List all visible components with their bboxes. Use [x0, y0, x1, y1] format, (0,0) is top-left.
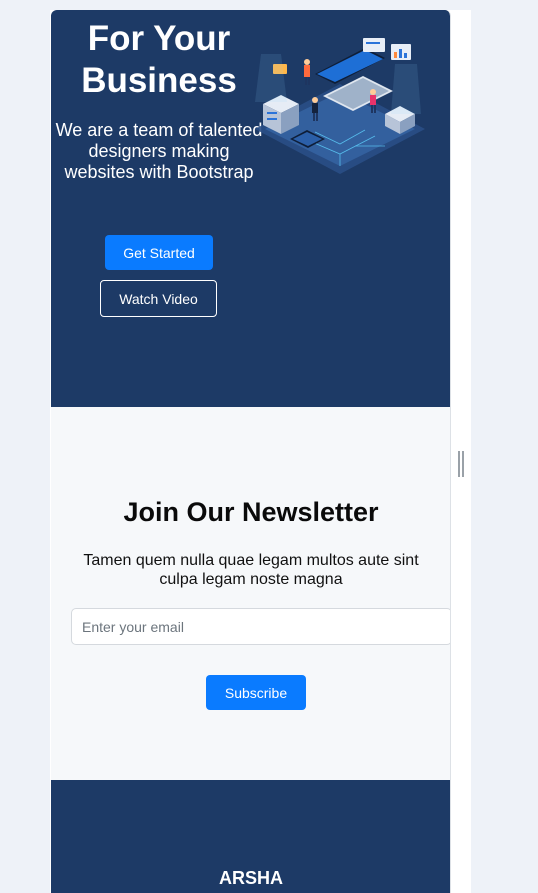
- resize-grip-line: [462, 451, 464, 477]
- resize-grip-line: [458, 451, 460, 477]
- isometric-tech-illustration: [255, 38, 425, 174]
- newsletter-title: Join Our Newsletter: [123, 497, 379, 527]
- hero-subtitle: We are a team of talented designers maki…: [55, 120, 263, 182]
- device-frame: For Your Business We are a team of talen…: [51, 10, 451, 893]
- page-background: For Your Business We are a team of talen…: [0, 0, 538, 893]
- footer-brand: ARSHA: [218, 868, 283, 888]
- hero-title: For Your Business: [81, 19, 237, 100]
- watch-video-button[interactable]: Watch Video: [100, 280, 217, 317]
- hero-section: For Your Business We are a team of talen…: [51, 10, 450, 407]
- resize-handle[interactable]: [458, 451, 464, 477]
- footer: ARSHA: [51, 780, 450, 893]
- subscribe-button[interactable]: Subscribe: [206, 675, 306, 710]
- newsletter-section: Join Our Newsletter Tamen quem nulla qua…: [51, 407, 450, 780]
- get-started-button[interactable]: Get Started: [105, 235, 213, 270]
- newsletter-description: Tamen quem nulla quae legam multos aute …: [83, 552, 419, 588]
- email-input[interactable]: [71, 608, 450, 645]
